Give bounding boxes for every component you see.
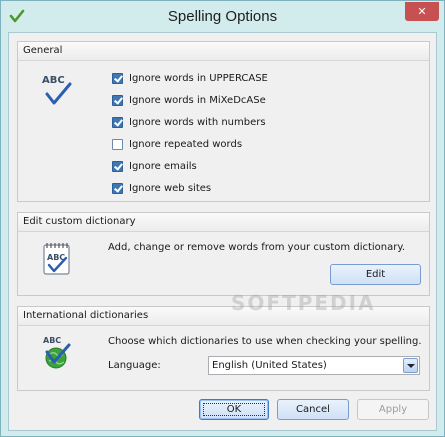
cancel-button[interactable]: Cancel [277,399,349,420]
spelling-options-window: Spelling Options ✕ General ABC Ignore wo… [0,0,445,437]
apply-button[interactable]: Apply [357,399,429,420]
checkbox-ignore-repeated[interactable] [112,139,123,150]
svg-text:ABC: ABC [43,336,61,345]
international-dictionaries-group: International dictionaries ABC Choose wh… [17,306,430,391]
dialog-body: General ABC Ignore words in UPPERCASE Ig… [8,32,437,431]
checkbox-ignore-numbers[interactable] [112,117,123,128]
language-label: Language: [108,360,161,371]
title-bar[interactable]: Spelling Options ✕ [1,1,444,32]
svg-text:ABC: ABC [42,75,65,86]
chevron-down-icon[interactable] [403,358,418,373]
checkbox-ignore-uppercase[interactable] [112,73,123,84]
window-title: Spelling Options [167,8,278,25]
ok-button[interactable]: OK [199,399,269,420]
custom-dictionary-description: Add, change or remove words from your cu… [108,242,406,253]
notebook-abc-icon: ABC [43,243,70,275]
custom-dictionary-group: Edit custom dictionary ABC Add, change o… [17,212,430,296]
international-description: Choose which dictionaries to use when ch… [108,336,422,347]
option-label: Ignore words in UPPERCASE [129,73,268,84]
checkbox-ignore-mixedcase[interactable] [112,95,123,106]
option-label: Ignore repeated words [129,139,243,150]
close-button[interactable]: ✕ [405,2,439,21]
option-label: Ignore emails [129,161,197,172]
abc-spellcheck-icon: ABC [42,75,72,105]
checkbox-ignore-emails[interactable] [112,161,123,172]
globe-abc-icon: ABC [43,336,71,369]
custom-dictionary-header: Edit custom dictionary [18,213,429,232]
option-label: Ignore words with numbers [129,117,266,128]
general-group: General ABC Ignore words in UPPERCASE Ig… [17,41,430,202]
general-header: General [18,42,429,61]
option-label: Ignore web sites [129,183,212,194]
language-select-value: English (United States) [212,360,327,371]
focus-rectangle [203,403,265,416]
edit-dictionary-button[interactable]: Edit [330,264,421,285]
checkbox-ignore-web-sites[interactable] [112,183,123,194]
watermark: SOFTPEDIA [231,291,376,315]
option-label: Ignore words in MiXeDcASe [129,95,266,106]
language-select[interactable]: English (United States) [208,356,420,375]
